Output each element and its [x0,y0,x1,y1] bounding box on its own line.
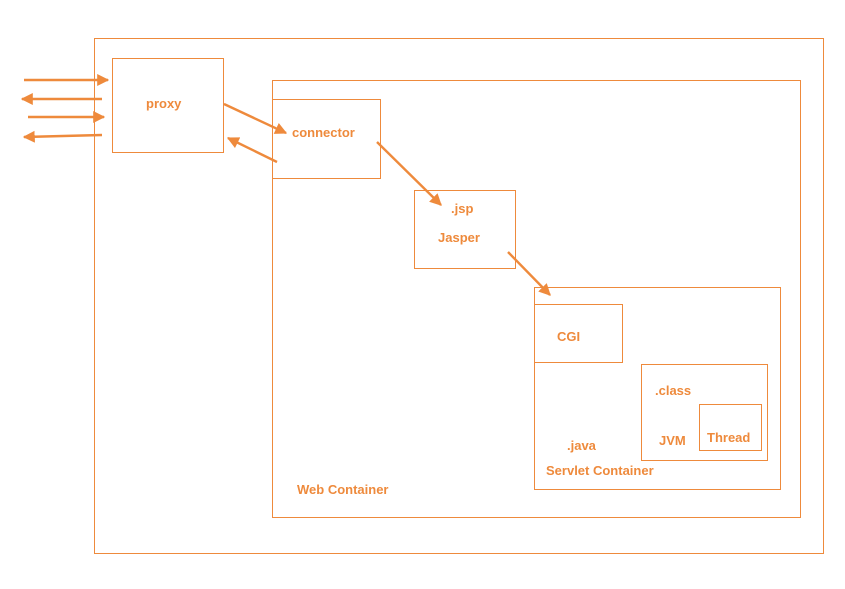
outgoing-arrow-2 [22,130,103,143]
jasper-to-servlet-arrow [507,251,551,296]
arrows-layer [20,74,551,296]
architecture-diagram: proxy Web Container connector .jsp Jaspe… [0,0,845,589]
connector-to-jasper-arrow [376,141,442,206]
connector-to-proxy-arrow [226,136,278,164]
proxy-to-connector-arrow [223,102,288,135]
